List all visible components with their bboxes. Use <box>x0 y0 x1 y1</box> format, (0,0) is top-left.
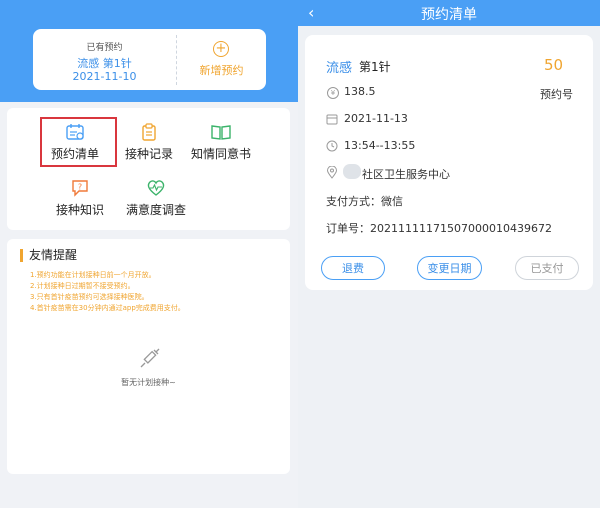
payment-method: 支付方式：微信 <box>326 195 403 208</box>
menu-item-label: 接种记录 <box>124 147 173 161</box>
menu-item-satisfaction-survey[interactable]: 满意度调查 <box>113 179 199 218</box>
appointment-vaccine-dose: 流感 第1针 <box>77 57 132 70</box>
tips-line: 3.只有首针疫苗预约可选择接种医院。 <box>30 293 149 301</box>
yen-icon: ¥ <box>327 87 339 99</box>
tips-line: 1.预约功能在计划接种日前一个月开放。 <box>30 271 156 279</box>
appointment-number-label: 预约号 <box>540 88 573 101</box>
paid-button[interactable]: 已支付 <box>515 256 579 280</box>
refund-button[interactable]: 退费 <box>321 256 385 280</box>
order-dose: 第1针 <box>359 60 391 74</box>
menu-item-vaccination-knowledge[interactable]: ? 接种知识 <box>49 179 111 218</box>
new-appointment-button[interactable]: + 新增预约 <box>177 29 266 90</box>
calendar-icon <box>326 114 338 125</box>
question-chat-icon: ? <box>72 180 88 197</box>
order-number: 订单号：20211111171507000010439672 <box>326 222 552 235</box>
order-location: 社区卫生服务中心 <box>362 168 450 181</box>
menu-item-label: 满意度调查 <box>125 203 186 217</box>
existing-appointment[interactable]: 已有预约 流感 第1针 2021-11-10 <box>33 29 176 90</box>
appointment-number: 50 <box>544 56 564 74</box>
new-appointment-label: 新增预约 <box>199 64 244 77</box>
menu-item-label: 知情同意书 <box>190 147 251 161</box>
existing-appointment-label: 已有预约 <box>86 43 123 53</box>
tips-title: 友情提醒 <box>20 249 77 262</box>
order-date: 2021-11-13 <box>344 112 408 125</box>
blurred-region <box>343 164 361 179</box>
order-price: 138.5 <box>344 85 376 98</box>
tips-card: 友情提醒 1.预约功能在计划接种日前一个月开放。 2.计划接种日过期暂不接受预约… <box>7 239 290 474</box>
empty-state-text: 暂无计划接种~ <box>121 378 176 387</box>
order-vaccine: 流感 <box>326 61 353 76</box>
header-bar: ‹ 预约清单 <box>298 0 600 26</box>
appointment-card: 已有预约 流感 第1针 2021-11-10 + 新增预约 <box>33 29 266 90</box>
page-title: 预约清单 <box>421 7 477 23</box>
order-card: 流感 第1针 50 预约号 ¥ 138.5 2021-11-13 13:54--… <box>305 35 593 290</box>
right-screen: ‹ 预约清单 流感 第1针 50 预约号 ¥ 138.5 2021-11-13 … <box>298 0 600 508</box>
menu-item-label: 接种知识 <box>55 203 104 217</box>
highlight-box <box>40 117 117 167</box>
open-book-icon <box>211 125 231 140</box>
location-pin-icon <box>326 166 338 179</box>
tips-line: 2.计划接种日过期暂不接受预约。 <box>30 282 135 290</box>
appointment-date: 2021-11-10 <box>72 70 137 83</box>
tips-line: 4.首针疫苗需在30分钟内通过app完成费用支付。 <box>30 304 185 312</box>
clipboard-icon <box>142 123 156 141</box>
plus-circle-icon: + <box>213 41 229 57</box>
menu-item-informed-consent[interactable]: 知情同意书 <box>183 123 259 162</box>
left-screen: 已有预约 流感 第1针 2021-11-10 + 新增预约 预约清单 接种记录 … <box>0 0 298 508</box>
svg-text:?: ? <box>78 183 82 192</box>
order-time: 13:54--13:55 <box>344 139 416 152</box>
menu-item-vaccination-record[interactable]: 接种记录 <box>114 123 184 162</box>
heart-pulse-icon <box>147 180 165 196</box>
change-date-button[interactable]: 变更日期 <box>417 256 482 280</box>
syringe-icon <box>140 348 160 368</box>
clock-icon <box>326 140 338 152</box>
